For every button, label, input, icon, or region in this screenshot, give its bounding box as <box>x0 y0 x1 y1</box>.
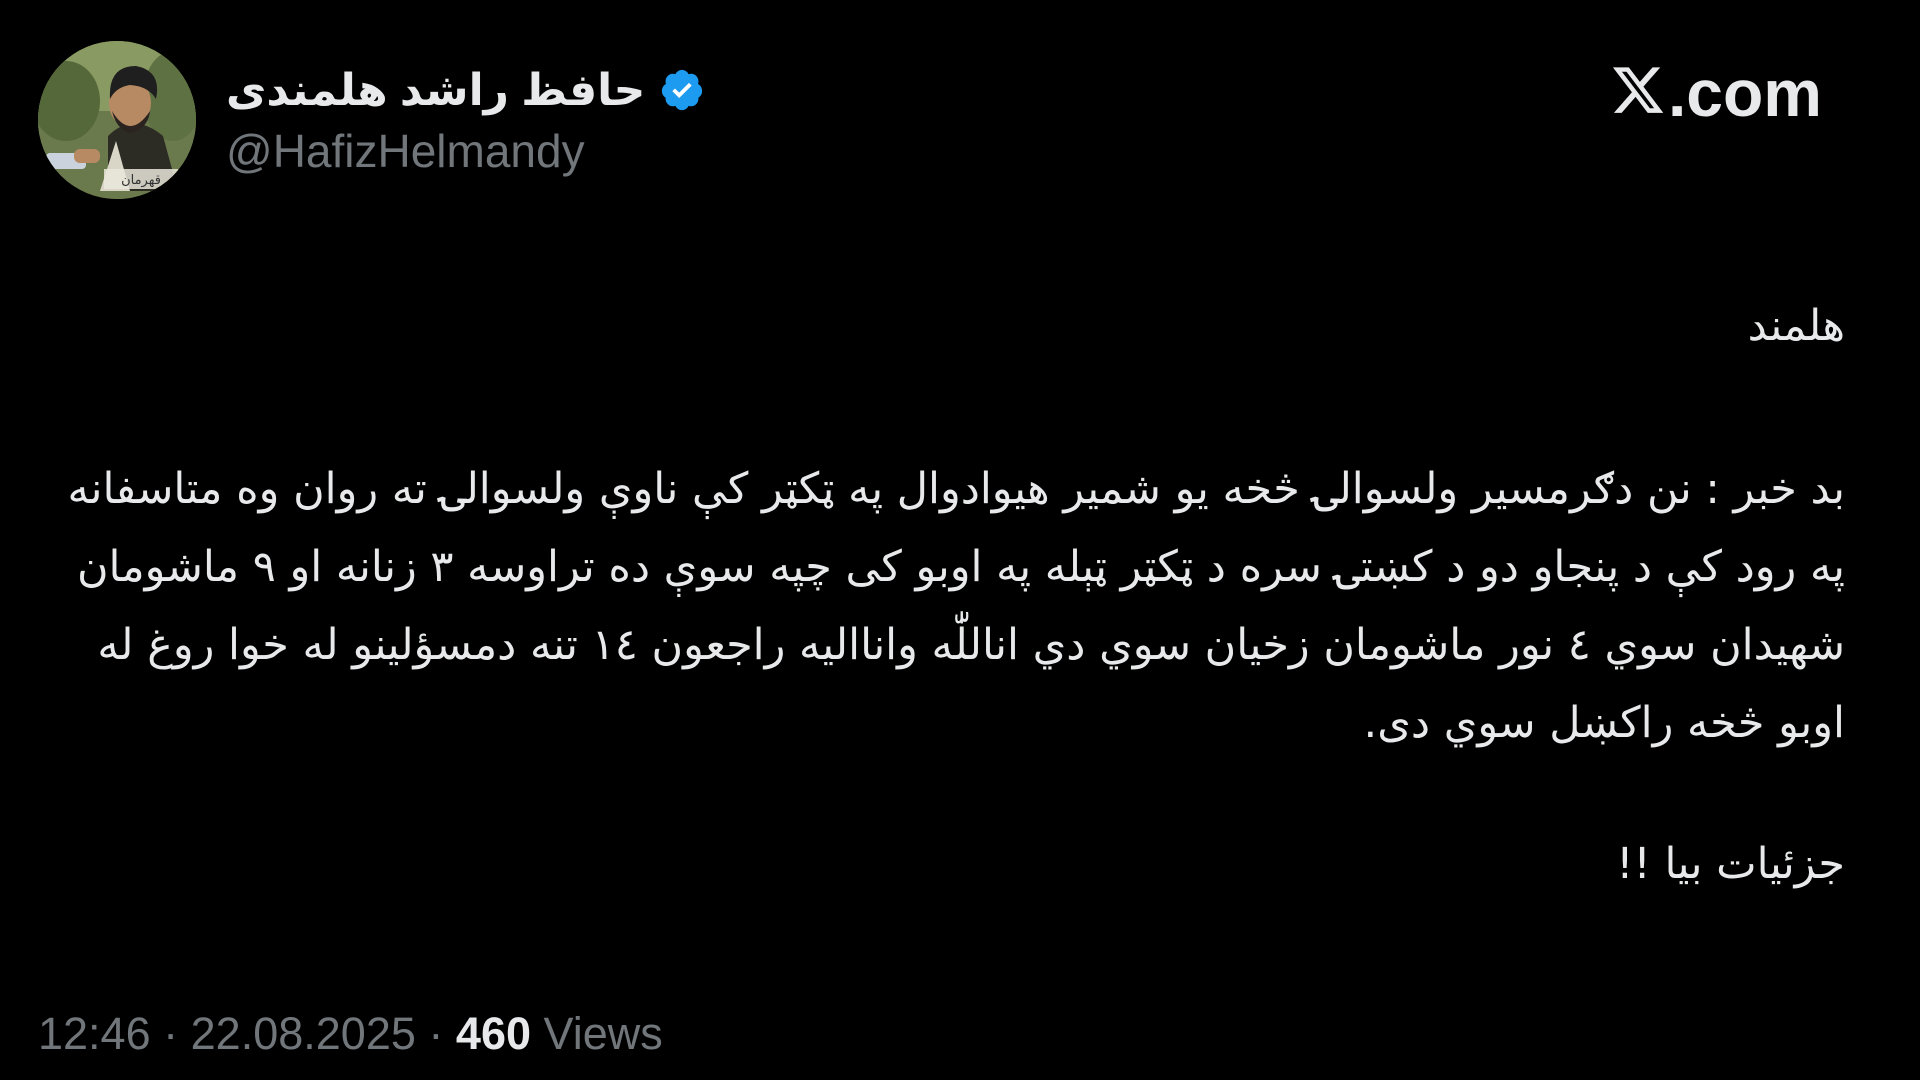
author-display-name[interactable]: حافظ راشد هلمندی <box>226 65 645 116</box>
avatar-photo: قهرمان <box>38 41 196 199</box>
meta-separator: · <box>163 1008 179 1059</box>
tweet-paragraph-footer: جزئیات بیا !! <box>1616 839 1845 889</box>
tweet-meta: 12:46 · 22.08.2025 · 460 Views <box>38 1008 663 1060</box>
tweet-time[interactable]: 12:46 <box>38 1008 151 1059</box>
avatar-caption: قهرمان <box>121 173 161 188</box>
author-handle[interactable]: @HafizHelmandy <box>226 124 585 178</box>
meta-separator: · <box>428 1008 444 1059</box>
views-label: Views <box>543 1008 663 1059</box>
tweet-paragraph-location: هلمند <box>1747 301 1845 351</box>
avatar[interactable]: قهرمان <box>38 41 196 199</box>
x-logo-icon <box>1612 67 1664 113</box>
tweet-text: هلمند بد خبر : نن دګرمسیر ولسوالۍ څخه یو… <box>50 296 1845 894</box>
verified-badge-icon <box>662 69 703 111</box>
brand-watermark: .com <box>1610 60 1822 126</box>
tweet-date[interactable]: 22.08.2025 <box>191 1008 416 1059</box>
author-row: حافظ راشد هلمندی <box>226 60 705 120</box>
tweet-paragraph-news: بد خبر : نن دګرمسیر ولسوالۍ څخه یو شمیر … <box>67 464 1845 748</box>
brand-domain-text: .com <box>1667 56 1822 130</box>
views-count: 460 <box>455 1008 532 1059</box>
